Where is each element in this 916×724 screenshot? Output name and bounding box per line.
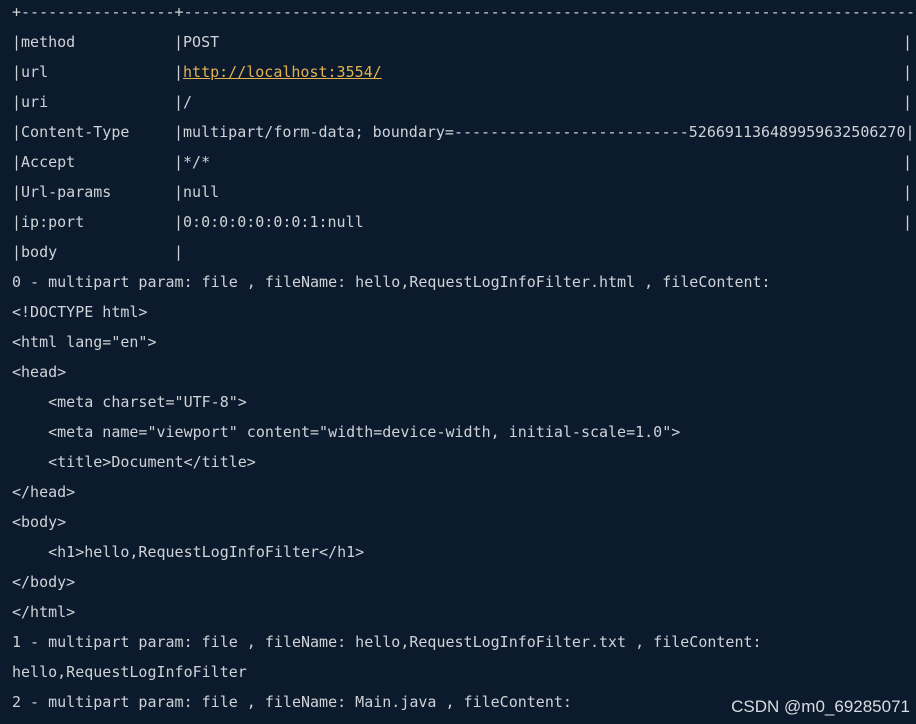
row-key-url: |url — [12, 63, 49, 81]
log-line: <meta name="viewport" content="width=dev… — [12, 423, 681, 441]
row-value-url-params: |null — [174, 183, 220, 201]
log-line: </head> — [12, 483, 76, 501]
row-value-content-type: |multipart/form-data; boundary=---------… — [174, 123, 915, 141]
log-line: <h1>hello,RequestLogInfoFilter</h1> — [12, 543, 365, 561]
log-line: <!DOCTYPE html> — [12, 303, 148, 321]
table-border-top: +-----------------+---------------------… — [12, 3, 916, 21]
row-key-accept: |Accept — [12, 153, 76, 171]
log-line: <html lang="en"> — [12, 333, 157, 351]
row-key-url-params: |Url-params — [12, 183, 112, 201]
log-line: </html> — [12, 603, 76, 621]
row-value-body: | — [174, 243, 184, 261]
row-value-accept: |*/* — [174, 153, 211, 171]
row-key-content-type: |Content-Type — [12, 123, 130, 141]
row-value-url: |http://localhost:3554/ — [174, 63, 382, 81]
row-key-method: |method — [12, 33, 76, 51]
watermark: CSDN @m0_69285071 — [731, 697, 910, 716]
row-key-uri: |uri — [12, 93, 49, 111]
log-line: <body> — [12, 513, 67, 531]
row-end-border: | — [903, 33, 913, 51]
log-line: 1 - multipart param: file , fileName: he… — [12, 633, 762, 651]
row-end-border: | — [903, 93, 913, 111]
row-key-body: |body — [12, 243, 58, 261]
log-line: </body> — [12, 573, 76, 591]
log-line: <title>Document</title> — [12, 453, 256, 471]
row-end-border: | — [903, 153, 913, 171]
row-key-ip-port: |ip:port — [12, 213, 85, 231]
log-line: 2 - multipart param: file , fileName: Ma… — [12, 693, 572, 711]
row-end-border: | — [903, 213, 913, 231]
row-end-border: | — [903, 183, 913, 201]
row-value-method: |POST — [174, 33, 220, 51]
url-link[interactable]: http://localhost:3554/ — [183, 63, 382, 81]
log-line: hello,RequestLogInfoFilter — [12, 663, 247, 681]
row-end-border: | — [903, 63, 913, 81]
row-value-ip-port: |0:0:0:0:0:0:0:1:null — [174, 213, 364, 231]
row-value-uri: |/ — [174, 93, 193, 111]
log-line: <head> — [12, 363, 67, 381]
log-line: <meta charset="UTF-8"> — [12, 393, 247, 411]
log-line: 0 - multipart param: file , fileName: he… — [12, 273, 771, 291]
console-output[interactable]: +-----------------+---------------------… — [0, 0, 916, 724]
